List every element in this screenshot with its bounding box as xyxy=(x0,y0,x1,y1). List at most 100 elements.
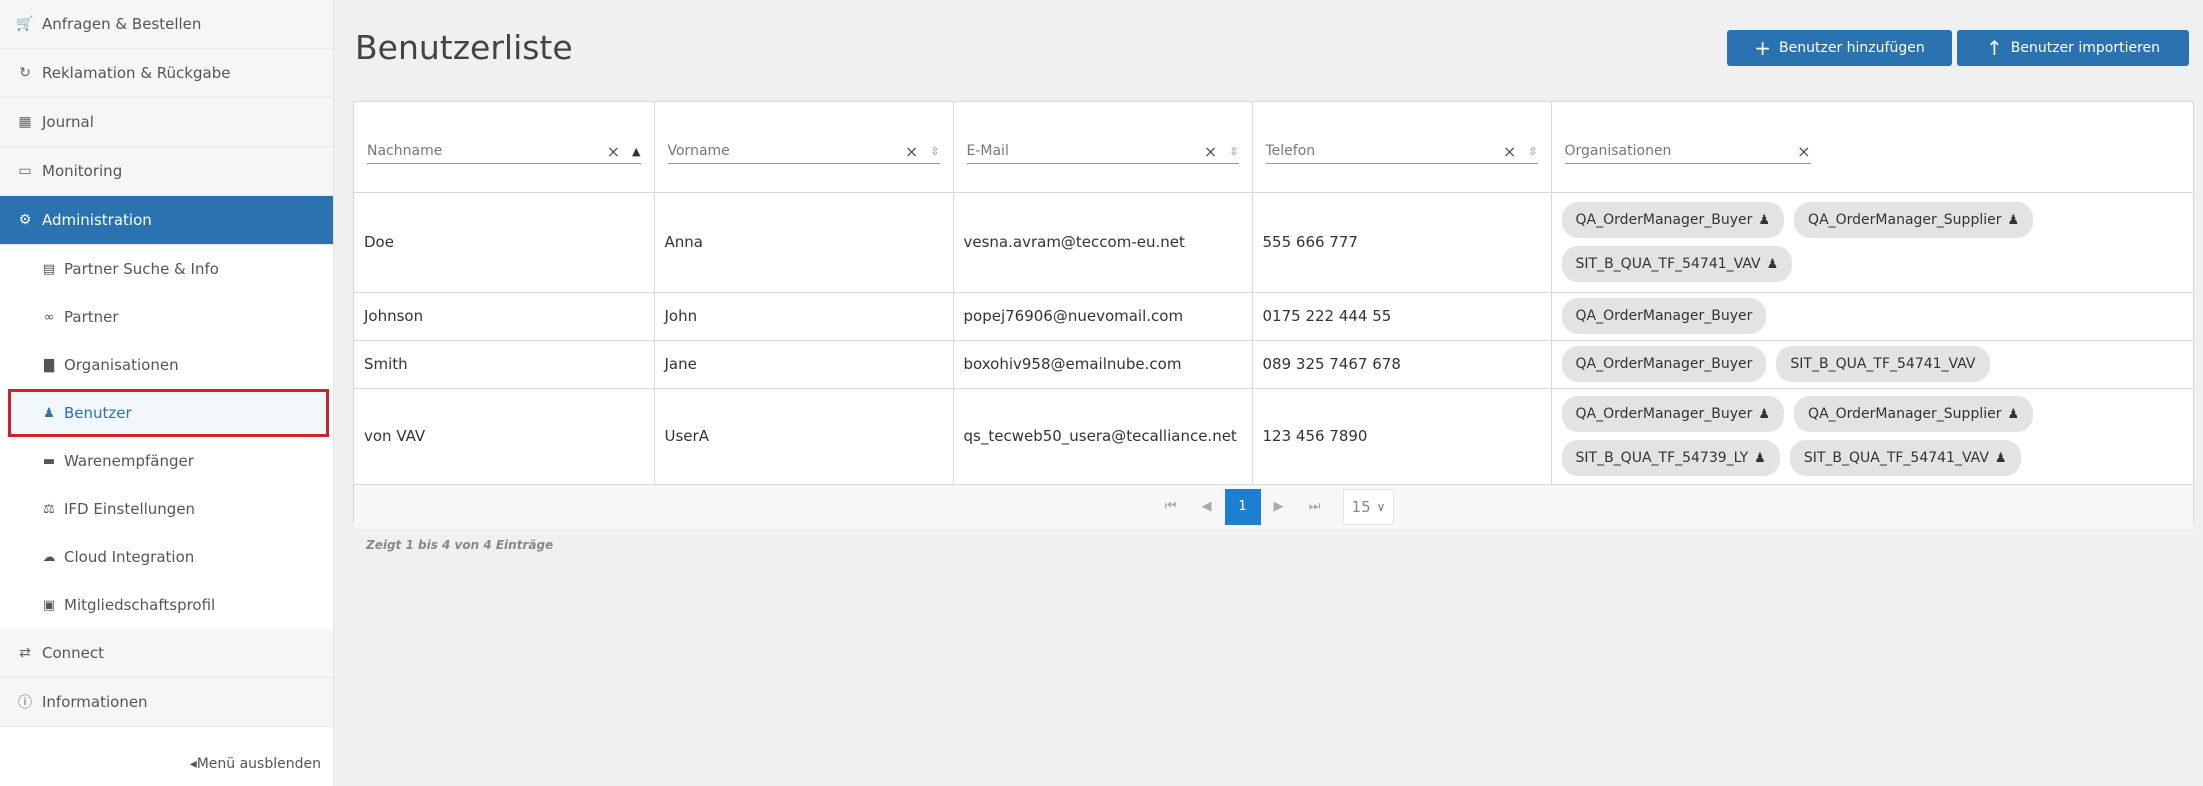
filter-input-vorname[interactable]: Vorname × ⇳ xyxy=(667,140,940,164)
scale-icon: ⚖ xyxy=(43,501,55,517)
sort-icon[interactable]: ⇳ xyxy=(1229,145,1238,158)
sidebar-item-label: IFD Einstellungen xyxy=(64,500,196,518)
page-title: Benutzerliste xyxy=(355,28,573,67)
sort-asc-icon[interactable]: ▲ xyxy=(632,145,640,158)
add-user-label: Benutzer hinzufügen xyxy=(1779,40,1925,56)
cloud-icon: ☁ xyxy=(42,549,56,565)
nav-item-administration[interactable]: ⚙ Administration xyxy=(0,196,333,245)
column-header-nachname: Nachname × ▲ xyxy=(354,102,655,193)
sidebar-item-cloud-integration[interactable]: ☁ Cloud Integration xyxy=(0,533,333,581)
cell-nachname: Johnson xyxy=(354,292,655,341)
user-gear-icon: ♟ xyxy=(1758,212,1771,228)
nav-item-informationen[interactable]: ⓘ Informationen xyxy=(0,678,333,727)
nav-item-reklamation[interactable]: ↻ Reklamation & Rückgabe xyxy=(0,49,333,98)
clear-filter-icon[interactable]: × xyxy=(607,142,620,161)
truck-icon: ▬ xyxy=(42,453,56,469)
filter-input-nachname[interactable]: Nachname × ▲ xyxy=(367,140,641,164)
filter-input-telefon[interactable]: Telefon × ⇳ xyxy=(1265,140,1538,164)
sidebar-item-benutzer[interactable]: ♟ Benutzer xyxy=(8,389,329,437)
hide-menu-link[interactable]: ◂Menü ausblenden xyxy=(190,756,321,772)
sidebar-item-partner-suche[interactable]: ▤ Partner Suche & Info xyxy=(0,245,333,293)
org-chip-label: QA_OrderManager_Buyer xyxy=(1575,308,1753,324)
page-number-current[interactable]: 1 xyxy=(1224,488,1261,525)
org-chip-label: QA_OrderManager_Supplier xyxy=(1808,212,2002,228)
cell-nachname: Smith xyxy=(354,340,655,389)
caret-left-icon: ◂ xyxy=(189,756,197,772)
cell-email: popej76906@nuevomail.com xyxy=(953,292,1253,341)
clear-filter-icon[interactable]: × xyxy=(1797,142,1810,161)
org-chip[interactable]: QA_OrderManager_Supplier ♟ xyxy=(1794,396,2034,432)
user-table: Nachname × ▲ Vorname × ⇳ E-Mail × ⇳ Tele… xyxy=(353,101,2194,529)
org-chip[interactable]: QA_OrderManager_Buyer ♟ xyxy=(1561,202,1785,238)
cell-vorname: Jane xyxy=(654,340,954,389)
org-chip[interactable]: QA_OrderManager_Supplier ♟ xyxy=(1794,202,2034,238)
cell-telefon: 0175 222 444 55 xyxy=(1252,292,1552,341)
nav-item-anfragen-bestellen[interactable]: 🛒 Anfragen & Bestellen xyxy=(0,0,333,49)
pagination: ⏮ ◀ 1 ▶ ⏭ 15 ∨ xyxy=(354,484,2193,529)
table-row[interactable]: von VAV UserA qs_tecweb50_usera@tecallia… xyxy=(354,388,2193,485)
exchange-icon: ⇄ xyxy=(19,645,31,661)
briefcase-icon: ▤ xyxy=(42,261,56,277)
nav-item-label: Monitoring xyxy=(42,162,123,180)
sidebar-item-partner[interactable]: ∞ Partner xyxy=(0,293,333,341)
cell-vorname: Anna xyxy=(654,192,954,293)
clear-filter-icon[interactable]: × xyxy=(905,142,918,161)
table-icon: ▦ xyxy=(18,114,32,130)
last-page-icon[interactable]: ⏭ xyxy=(1297,489,1333,525)
clear-filter-icon[interactable]: × xyxy=(1204,142,1217,161)
org-chip-label: SIT_B_QUA_TF_54741_VAV xyxy=(1790,356,1976,372)
add-user-button[interactable]: + Benutzer hinzufügen xyxy=(1727,30,1952,66)
gear-icon: ⚙ xyxy=(18,212,32,228)
refresh-icon: ↻ xyxy=(19,65,31,81)
nav-item-connect[interactable]: ⇄ Connect xyxy=(0,629,333,678)
filter-placeholder: Vorname xyxy=(667,143,730,160)
sort-icon[interactable]: ⇳ xyxy=(1528,145,1537,158)
prev-page-icon[interactable]: ◀ xyxy=(1189,489,1225,525)
filter-placeholder: Organisationen xyxy=(1564,143,1672,160)
sidebar-item-warenempfaenger[interactable]: ▬ Warenempfänger xyxy=(0,437,333,485)
org-chip[interactable]: SIT_B_QUA_TF_54741_VAV ♟ xyxy=(1789,440,2021,476)
cell-vorname: John xyxy=(654,292,954,341)
filter-input-email[interactable]: E-Mail × ⇳ xyxy=(966,140,1239,164)
info-icon: ⓘ xyxy=(18,695,32,711)
next-page-icon[interactable]: ▶ xyxy=(1261,489,1297,525)
org-chip[interactable]: SIT_B_QUA_TF_54741_VAV xyxy=(1776,346,1990,382)
cell-vorname: UserA xyxy=(654,388,954,485)
import-users-button[interactable]: ↑ Benutzer importieren xyxy=(1957,30,2189,66)
cell-nachname: von VAV xyxy=(354,388,655,485)
org-chip[interactable]: SIT_B_QUA_TF_54739_LY ♟ xyxy=(1561,440,1780,476)
sort-icon[interactable]: ⇳ xyxy=(930,145,939,158)
nav-item-journal[interactable]: ▦ Journal xyxy=(0,98,333,147)
filter-placeholder: Telefon xyxy=(1265,143,1316,160)
table-row[interactable]: Johnson John popej76906@nuevomail.com 01… xyxy=(354,292,2193,341)
table-row[interactable]: Doe Anna vesna.avram@teccom-eu.net 555 6… xyxy=(354,192,2193,293)
page-size-select[interactable]: 15 ∨ xyxy=(1342,488,1395,525)
table-row[interactable]: Smith Jane boxohiv958@emailnube.com 089 … xyxy=(354,340,2193,389)
org-chip[interactable]: QA_OrderManager_Buyer xyxy=(1561,298,1767,334)
clear-filter-icon[interactable]: × xyxy=(1503,142,1516,161)
sidebar-item-mitgliedschaftsprofil[interactable]: ▣ Mitgliedschaftsprofil xyxy=(0,581,333,629)
sidebar-item-label: Partner xyxy=(64,308,119,326)
sidebar-item-label: Benutzer xyxy=(64,404,132,422)
cell-email: boxohiv958@emailnube.com xyxy=(953,340,1253,389)
page-size-value: 15 xyxy=(1351,497,1371,516)
cell-organisationen: QA_OrderManager_Buyer ♟ QA_OrderManager_S… xyxy=(1551,388,2193,485)
org-chip[interactable]: QA_OrderManager_Buyer xyxy=(1561,346,1767,382)
org-chip[interactable]: SIT_B_QUA_TF_54741_VAV ♟ xyxy=(1561,246,1793,282)
nav-item-monitoring[interactable]: ▭ Monitoring xyxy=(0,147,333,196)
first-page-icon[interactable]: ⏮ xyxy=(1153,489,1189,525)
filter-input-organisationen[interactable]: Organisationen × xyxy=(1564,140,1811,164)
sidebar-item-organisationen[interactable]: ▇ Organisationen xyxy=(0,341,333,389)
cell-nachname: Doe xyxy=(354,192,655,293)
cell-email: vesna.avram@teccom-eu.net xyxy=(953,192,1253,293)
column-header-email: E-Mail × ⇳ xyxy=(953,102,1253,193)
column-header-vorname: Vorname × ⇳ xyxy=(654,102,954,193)
entries-info: Zeigt 1 bis 4 von 4 Einträge xyxy=(366,538,554,552)
cell-organisationen: QA_OrderManager_Buyer xyxy=(1551,292,2193,341)
org-chip[interactable]: QA_OrderManager_Buyer ♟ xyxy=(1561,396,1785,432)
column-header-telefon: Telefon × ⇳ xyxy=(1252,102,1552,193)
org-chip-label: QA_OrderManager_Buyer xyxy=(1575,212,1753,228)
arrow-up-icon: ↑ xyxy=(1985,36,2003,60)
sidebar-item-ifd-einstellungen[interactable]: ⚖ IFD Einstellungen xyxy=(0,485,333,533)
monitor-icon: ▭ xyxy=(18,163,32,179)
